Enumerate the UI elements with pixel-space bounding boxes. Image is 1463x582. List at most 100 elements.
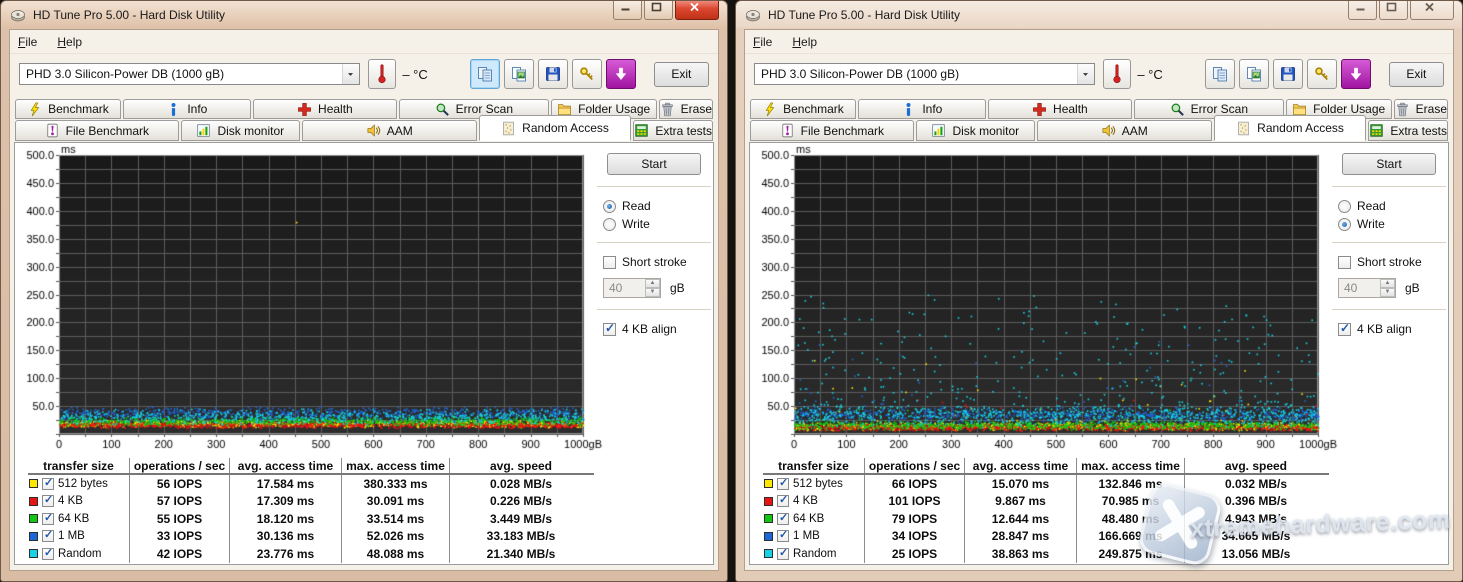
- tab-extra-tests[interactable]: Extra tests: [1368, 120, 1448, 141]
- tab-random-access[interactable]: Random Access: [1214, 115, 1367, 141]
- info-icon: [166, 102, 181, 117]
- series-checkbox[interactable]: [42, 478, 54, 490]
- series-checkbox[interactable]: [777, 530, 789, 542]
- series-swatch: [29, 532, 38, 541]
- tab-disk-monitor[interactable]: Disk monitor: [181, 120, 300, 141]
- table-row: 4 KB 57 IOPS 17.309 ms 30.091 ms 0.226 M…: [28, 493, 594, 511]
- temperature-button[interactable]: [1103, 59, 1132, 89]
- short-stroke-size-input[interactable]: 40 ▲▼: [1338, 278, 1396, 298]
- menubar: File Help: [745, 30, 1453, 54]
- short-stroke-size-input[interactable]: 40 ▲▼: [603, 278, 661, 298]
- start-button[interactable]: Start: [1342, 153, 1436, 175]
- drive-select[interactable]: PHD 3.0 Silicon-Power DB (1000 gB): [19, 63, 360, 85]
- download-button[interactable]: [606, 59, 636, 89]
- spin-down-icon[interactable]: ▼: [645, 288, 660, 297]
- tab-file-benchmark[interactable]: File Benchmark: [750, 120, 914, 141]
- temperature-button[interactable]: [368, 59, 397, 89]
- minimize-button[interactable]: [1348, 1, 1377, 20]
- client-area: File Help PHD 3.0 Silicon-Power DB (1000 …: [9, 29, 719, 571]
- menu-item-file[interactable]: File: [753, 35, 772, 49]
- copy-button[interactable]: [1205, 59, 1235, 89]
- short-stroke-checkbox[interactable]: [1338, 256, 1351, 269]
- copy-icon: [1212, 66, 1228, 82]
- avg-speed-cell: 21.340 MB/s: [450, 545, 592, 563]
- tab-info[interactable]: Info: [123, 99, 251, 119]
- close-button[interactable]: [1410, 1, 1454, 20]
- tab-random-access[interactable]: Random Access: [479, 115, 632, 141]
- maximize-button[interactable]: [1379, 1, 1408, 20]
- titlebar[interactable]: HD Tune Pro 5.00 - Hard Disk Utility: [736, 1, 1462, 29]
- series-checkbox[interactable]: [42, 548, 54, 560]
- spin-up-icon[interactable]: ▲: [645, 279, 660, 288]
- series-checkbox[interactable]: [42, 530, 54, 542]
- kb-align-checkbox[interactable]: [603, 323, 616, 336]
- save-button[interactable]: [538, 59, 568, 89]
- menu-item-help[interactable]: Help: [57, 35, 82, 49]
- temperature-value: – °C: [402, 67, 427, 82]
- series-checkbox[interactable]: [42, 513, 54, 525]
- titlebar[interactable]: HD Tune Pro 5.00 - Hard Disk Utility: [1, 1, 727, 29]
- tab-file-benchmark[interactable]: File Benchmark: [15, 120, 179, 141]
- toolbar-buttons: [1205, 59, 1371, 89]
- transfer-size-label: 512 bytes: [793, 478, 843, 490]
- tab-benchmark[interactable]: Benchmark: [15, 99, 121, 119]
- series-checkbox[interactable]: [777, 495, 789, 507]
- tab-aam[interactable]: AAM: [302, 120, 477, 141]
- read-radio[interactable]: [603, 200, 616, 213]
- start-button[interactable]: Start: [607, 153, 701, 175]
- spin-up-icon[interactable]: ▲: [1380, 279, 1395, 288]
- spinner-buttons[interactable]: ▲▼: [1380, 279, 1395, 297]
- tab-info[interactable]: Info: [858, 99, 986, 119]
- close-icon: [689, 2, 705, 18]
- download-button[interactable]: [1341, 59, 1371, 89]
- chevron-down-icon[interactable]: [342, 64, 359, 84]
- avg-access-cell: 23.776 ms: [230, 545, 342, 563]
- spinner-buttons[interactable]: ▲▼: [645, 279, 660, 297]
- series-checkbox[interactable]: [777, 478, 789, 490]
- keys-button[interactable]: [572, 59, 602, 89]
- image-button[interactable]: [1239, 59, 1269, 89]
- tab-aam[interactable]: AAM: [1037, 120, 1212, 141]
- exit-button[interactable]: Exit: [654, 62, 709, 87]
- avg-speed-cell: 13.056 MB/s: [1185, 545, 1327, 563]
- series-checkbox[interactable]: [777, 513, 789, 525]
- avg-access-cell: 17.309 ms: [230, 493, 342, 511]
- column-header: avg. access time: [230, 458, 342, 473]
- tab-extra-tests[interactable]: Extra tests: [633, 120, 713, 141]
- table-row: 4 KB 101 IOPS 9.867 ms 70.985 ms 0.396 M…: [763, 493, 1329, 511]
- minimize-button[interactable]: [613, 1, 642, 20]
- spin-down-icon[interactable]: ▼: [1380, 288, 1395, 297]
- tab-health[interactable]: Health: [988, 99, 1132, 119]
- exit-button[interactable]: Exit: [1389, 62, 1444, 87]
- chevron-down-icon[interactable]: [1077, 64, 1094, 84]
- read-radio[interactable]: [1338, 200, 1351, 213]
- image-button[interactable]: [504, 59, 534, 89]
- erase-icon: [1395, 102, 1410, 117]
- maximize-button[interactable]: [644, 1, 673, 20]
- aam-icon: [1101, 123, 1116, 138]
- tab-disk-monitor[interactable]: Disk monitor: [916, 120, 1035, 141]
- transfer-size-label: 64 KB: [793, 513, 824, 525]
- tab-health[interactable]: Health: [253, 99, 397, 119]
- max-access-cell: 33.514 ms: [342, 510, 450, 528]
- tab-erase[interactable]: Erase: [659, 99, 713, 119]
- close-button[interactable]: [675, 1, 719, 20]
- copy-button[interactable]: [470, 59, 500, 89]
- save-button[interactable]: [1273, 59, 1303, 89]
- transfer-size-label: 4 KB: [793, 495, 818, 507]
- series-checkbox[interactable]: [42, 495, 54, 507]
- write-radio[interactable]: [603, 218, 616, 231]
- menu-item-help[interactable]: Help: [792, 35, 817, 49]
- write-radio[interactable]: [1338, 218, 1351, 231]
- tab-erase[interactable]: Erase: [1394, 99, 1448, 119]
- series-checkbox[interactable]: [777, 548, 789, 560]
- keys-button[interactable]: [1307, 59, 1337, 89]
- kb-align-label: 4 KB align: [622, 322, 677, 336]
- tab-benchmark[interactable]: Benchmark: [750, 99, 856, 119]
- short-stroke-checkbox[interactable]: [603, 256, 616, 269]
- menu-item-file[interactable]: File: [18, 35, 37, 49]
- drive-select[interactable]: PHD 3.0 Silicon-Power DB (1000 gB): [754, 63, 1095, 85]
- kb-align-checkbox[interactable]: [1338, 323, 1351, 336]
- app-icon: [10, 7, 26, 23]
- menubar: File Help: [10, 30, 718, 54]
